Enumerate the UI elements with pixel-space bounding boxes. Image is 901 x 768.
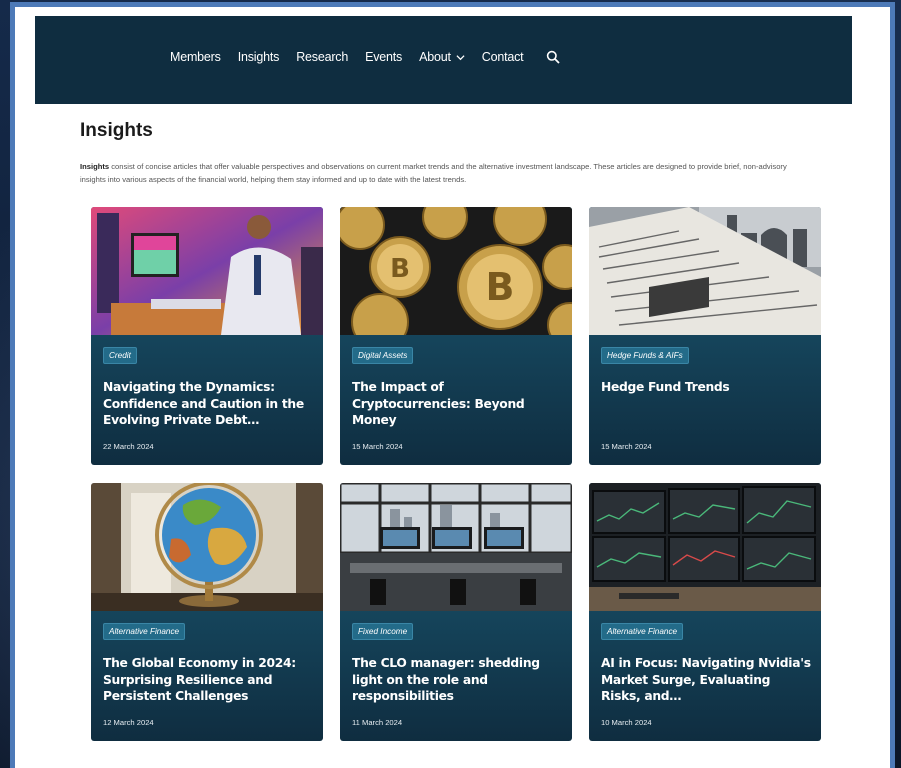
- site-header: Members Insights Research Events About C…: [35, 16, 852, 104]
- article-date: 15 March 2024: [601, 442, 652, 451]
- main-nav: Members Insights Research Events About C…: [170, 50, 561, 64]
- article-date: 22 March 2024: [103, 442, 154, 451]
- nav-events[interactable]: Events: [365, 50, 402, 64]
- page-title: Insights: [80, 120, 153, 141]
- category-tag[interactable]: Fixed Income: [352, 623, 414, 640]
- search-icon[interactable]: [546, 50, 561, 64]
- article-image-bitcoins: B B: [340, 207, 572, 335]
- article-title[interactable]: The Impact of Cryptocurrencies: Beyond M…: [352, 379, 564, 429]
- nav-contact[interactable]: Contact: [482, 50, 524, 64]
- chevron-down-icon: [456, 54, 465, 60]
- article-card[interactable]: Hedge Funds & AIFs Hedge Fund Trends 15 …: [589, 207, 821, 465]
- article-date: 15 March 2024: [352, 442, 403, 451]
- article-title[interactable]: AI in Focus: Navigating Nvidia's Market …: [601, 655, 813, 705]
- article-card[interactable]: Alternative Finance The Global Economy i…: [91, 483, 323, 741]
- article-image-globe: [91, 483, 323, 611]
- article-title[interactable]: Navigating the Dynamics: Confidence and …: [103, 379, 315, 429]
- article-image-office: [340, 483, 572, 611]
- article-date: 12 March 2024: [103, 718, 154, 727]
- nav-about-label: About: [419, 50, 451, 64]
- article-image-newspaper: [589, 207, 821, 335]
- article-title[interactable]: The Global Economy in 2024: Surprising R…: [103, 655, 315, 705]
- nav-members[interactable]: Members: [170, 50, 221, 64]
- intro-bold: Insights: [80, 162, 110, 171]
- nav-about[interactable]: About: [419, 50, 465, 64]
- category-tag[interactable]: Credit: [103, 347, 137, 364]
- category-tag[interactable]: Alternative Finance: [103, 623, 186, 640]
- nav-insights[interactable]: Insights: [238, 50, 280, 64]
- nav-research[interactable]: Research: [296, 50, 348, 64]
- article-title[interactable]: Hedge Fund Trends: [601, 379, 813, 396]
- category-tag[interactable]: Alternative Finance: [601, 623, 684, 640]
- article-card[interactable]: Credit Navigating the Dynamics: Confiden…: [91, 207, 323, 465]
- intro-text: Insights consist of concise articles tha…: [80, 161, 790, 186]
- category-tag[interactable]: Digital Assets: [352, 347, 414, 364]
- article-card[interactable]: B B Digital Assets The Impact of Cryptoc…: [340, 207, 572, 465]
- article-image-monitors: [589, 483, 821, 611]
- intro-body: consist of concise articles that offer v…: [80, 162, 787, 184]
- article-card[interactable]: Alternative Finance AI in Focus: Navigat…: [589, 483, 821, 741]
- article-card[interactable]: Fixed Income The CLO manager: shedding l…: [340, 483, 572, 741]
- article-date: 11 March 2024: [352, 718, 403, 727]
- svg-text:B: B: [486, 265, 515, 309]
- category-tag[interactable]: Hedge Funds & AIFs: [601, 347, 689, 364]
- svg-text:B: B: [390, 254, 410, 284]
- article-image-trader: [91, 207, 323, 335]
- article-title[interactable]: The CLO manager: shedding light on the r…: [352, 655, 564, 705]
- article-date: 10 March 2024: [601, 718, 652, 727]
